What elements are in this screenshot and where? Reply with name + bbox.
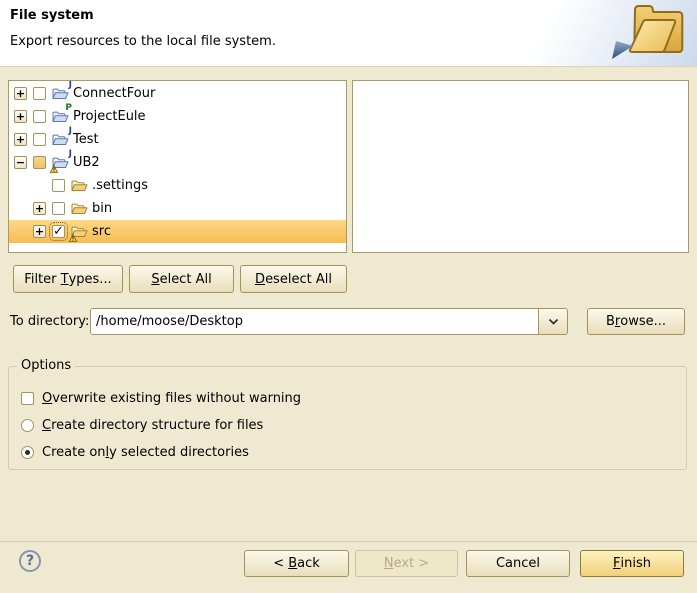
java-decorator: J (69, 81, 72, 90)
tree-item-bin[interactable]: bin (9, 197, 346, 220)
warning-overlay-icon (69, 234, 77, 242)
item-checkbox-mixed[interactable] (33, 156, 46, 169)
create-structure-option[interactable]: Create directory structure for files (21, 416, 263, 434)
directory-combo (90, 308, 568, 335)
expand-plus-icon[interactable] (33, 202, 46, 215)
tree-item-test[interactable]: J Test (9, 128, 346, 151)
page-title: File system (10, 8, 94, 23)
item-checkbox[interactable] (33, 133, 46, 146)
wizard-header: File system Export resources to the loca… (0, 0, 697, 67)
expand-plus-icon[interactable] (14, 133, 27, 146)
create-selected-label: Create only selected directories (42, 445, 249, 460)
directory-input[interactable] (91, 309, 538, 334)
back-button[interactable]: < Back (244, 550, 349, 577)
item-checkbox[interactable] (33, 110, 46, 123)
java-project-folder-icon: J (52, 132, 69, 148)
tree-item-ub2[interactable]: J UB2 (9, 151, 346, 174)
expand-plus-icon[interactable] (33, 225, 46, 238)
chevron-down-icon (546, 314, 561, 329)
page-description: Export resources to the local file syste… (10, 34, 276, 49)
expand-plus-icon[interactable] (14, 87, 27, 100)
deselect-all-button[interactable]: Deselect All (240, 265, 347, 293)
question-mark-icon: ? (26, 553, 34, 569)
resource-tree-panel: J ConnectFour P ProjectEule J (8, 80, 347, 253)
expand-plus-icon[interactable] (14, 110, 27, 123)
tree-item-projecteule[interactable]: P ProjectEule (9, 105, 346, 128)
java-project-folder-warning-icon: J (52, 155, 69, 171)
options-legend: Options (17, 358, 75, 373)
tree-rows: J ConnectFour P ProjectEule J (9, 81, 346, 243)
tree-item-label: bin (92, 201, 112, 216)
item-checkbox[interactable] (33, 87, 46, 100)
select-all-button[interactable]: Select All (129, 265, 234, 293)
file-list-panel (352, 80, 689, 253)
overwrite-label: Overwrite existing files without warning (42, 391, 301, 406)
options-group: Options Overwrite existing files without… (8, 366, 687, 470)
export-wizard-dialog: File system Export resources to the loca… (0, 0, 697, 593)
warning-overlay-icon (50, 165, 58, 173)
tree-item-connectfour[interactable]: J ConnectFour (9, 82, 346, 105)
combo-dropdown-button[interactable] (538, 309, 567, 334)
create-structure-radio[interactable] (21, 419, 34, 432)
java-decorator: J (69, 127, 72, 136)
browse-button[interactable]: Browse... (587, 308, 685, 335)
create-selected-radio[interactable] (21, 446, 34, 459)
java-decorator: J (69, 150, 72, 159)
footer-separator (0, 541, 697, 542)
overwrite-option[interactable]: Overwrite existing files without warning (21, 389, 301, 407)
help-button[interactable]: ? (19, 550, 41, 572)
overwrite-checkbox[interactable] (21, 392, 34, 405)
java-project-folder-icon: J (52, 86, 69, 102)
tree-item-label: .settings (92, 178, 148, 193)
tree-item-label: ProjectEule (73, 109, 146, 124)
tree-item-label: src (92, 224, 111, 239)
project-decorator: P (65, 104, 72, 113)
tree-item-label: UB2 (73, 155, 100, 170)
folder-icon (71, 178, 88, 194)
tree-item-label: ConnectFour (73, 86, 155, 101)
collapse-minus-icon[interactable] (14, 156, 27, 169)
item-checkbox[interactable] (52, 202, 65, 215)
filter-types-button[interactable]: Filter Types... (13, 265, 123, 293)
tree-item-settings[interactable]: .settings (9, 174, 346, 197)
create-selected-option[interactable]: Create only selected directories (21, 443, 249, 461)
tree-item-src[interactable]: src (9, 220, 346, 243)
tree-item-label: Test (73, 132, 99, 147)
export-folder-banner-icon (604, 2, 692, 64)
create-structure-label: Create directory structure for files (42, 418, 263, 433)
item-checkbox[interactable] (52, 179, 65, 192)
finish-button[interactable]: Finish (580, 550, 684, 577)
folder-icon (71, 201, 88, 217)
project-folder-icon: P (52, 109, 69, 125)
cancel-button[interactable]: Cancel (466, 550, 570, 577)
next-button: Next > (355, 550, 458, 577)
folder-warning-icon (71, 224, 88, 240)
item-checkbox-checked[interactable] (52, 225, 65, 238)
to-directory-label: To directory: (10, 314, 89, 329)
